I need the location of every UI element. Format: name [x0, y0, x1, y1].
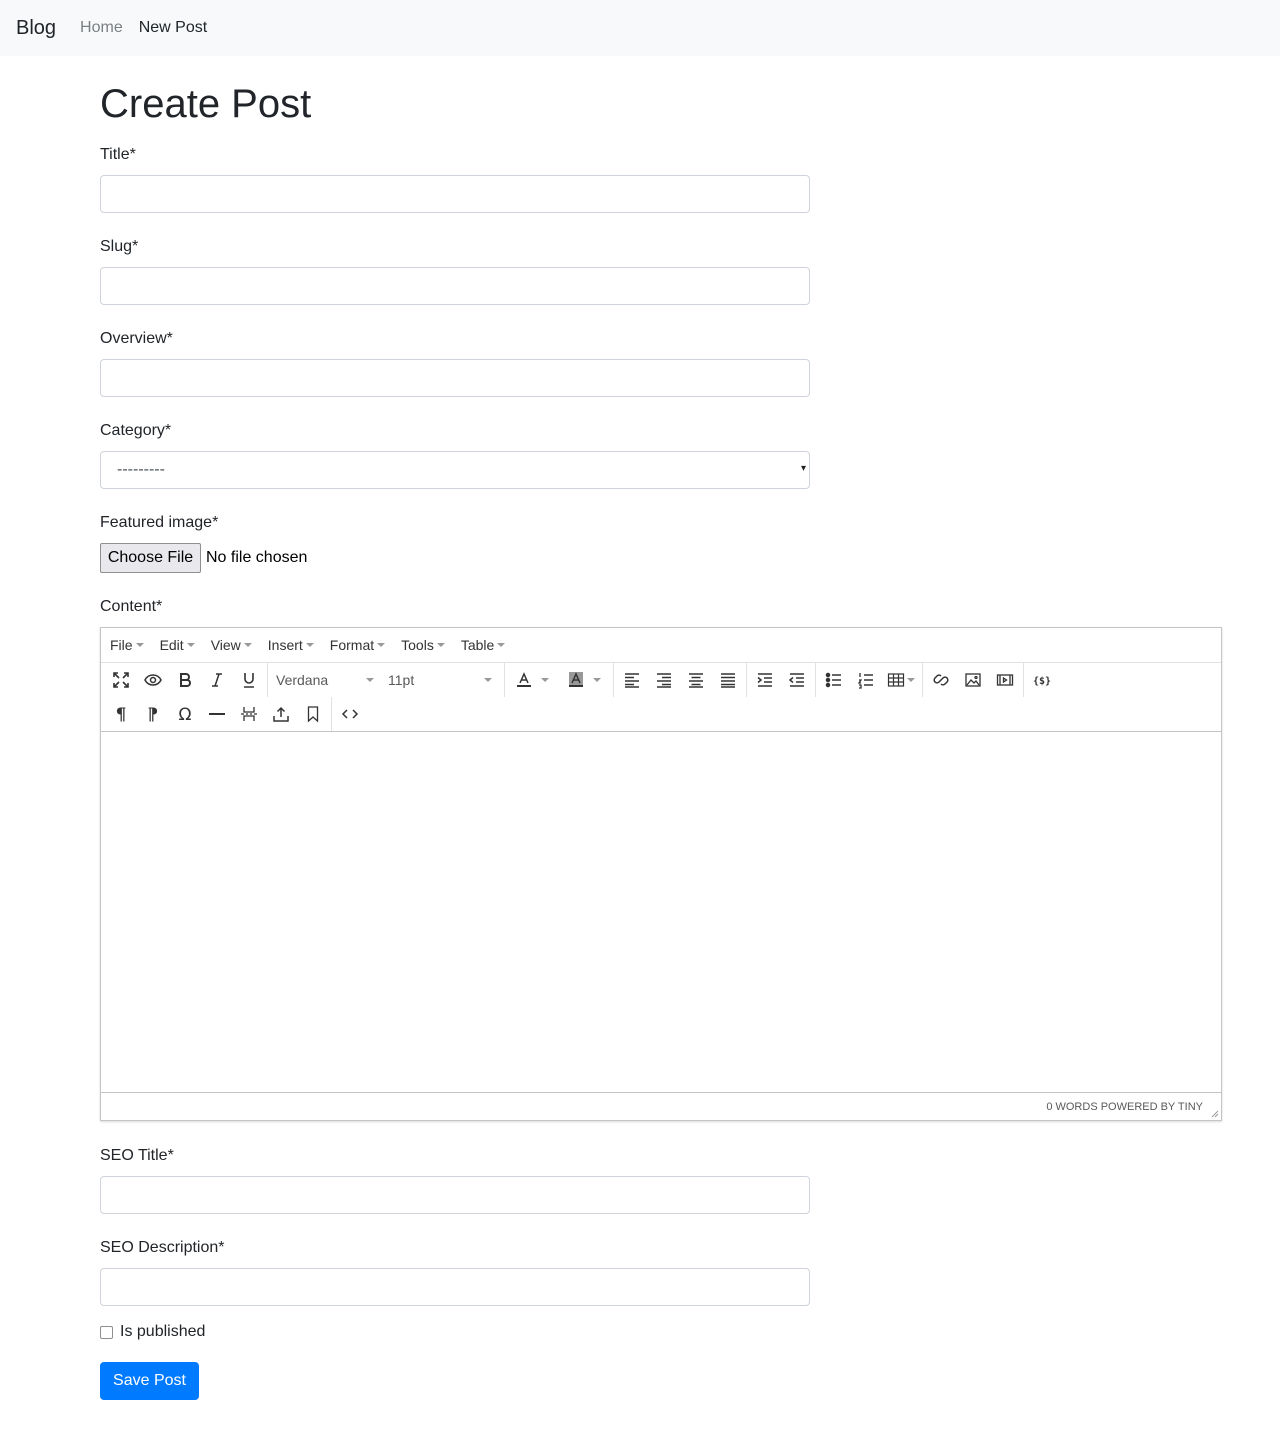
menu-file[interactable]: File	[110, 637, 144, 653]
svg-text:¶: ¶	[116, 705, 127, 723]
nav-link-home[interactable]: Home	[80, 19, 123, 37]
align-right-icon[interactable]	[648, 666, 680, 694]
rich-text-editor: File Edit View Insert Format Tools Table	[100, 627, 1222, 1121]
editor-toolbar-row-1: Verdana 11pt {$}	[101, 663, 1221, 697]
file-status-text: No file chosen	[206, 549, 308, 566]
editor-content-area[interactable]	[101, 732, 1221, 1093]
chevron-down-icon	[541, 678, 549, 682]
page-title: Create Post	[100, 82, 312, 126]
seo-title-input[interactable]	[100, 1176, 810, 1214]
menu-format[interactable]: Format	[330, 637, 386, 653]
choose-file-button[interactable]: Choose File	[100, 543, 201, 573]
featured-image-file-input: Choose File No file chosen	[100, 543, 307, 573]
numbered-list-icon[interactable]	[850, 666, 882, 694]
menu-tools[interactable]: Tools	[401, 637, 445, 653]
font-size-select[interactable]: 11pt	[382, 666, 502, 694]
source-code-icon[interactable]	[334, 700, 366, 728]
background-color-button[interactable]	[559, 666, 611, 694]
horizontal-rule-icon[interactable]	[201, 700, 233, 728]
text-color-button[interactable]	[507, 666, 559, 694]
seo-description-input[interactable]	[100, 1268, 810, 1306]
main-content: Create Post Title* Slug* Overview* Categ…	[100, 56, 1222, 1448]
template-code-icon[interactable]: {$}	[1026, 666, 1058, 694]
seo-title-label: SEO Title*	[100, 1147, 174, 1164]
resize-handle-icon[interactable]	[1209, 1108, 1219, 1118]
outdent-icon[interactable]	[781, 666, 813, 694]
editor-toolbar-row-2: ¶ ¶ Ω	[101, 697, 1221, 732]
word-count-status: 0 WORDS POWERED BY TINY	[1046, 1100, 1203, 1113]
editor-menubar: File Edit View Insert Format Tools Table	[101, 628, 1221, 663]
chevron-down-icon: ▾	[800, 463, 806, 474]
menu-table[interactable]: Table	[461, 637, 506, 653]
svg-text:¶: ¶	[148, 705, 159, 723]
image-icon[interactable]	[957, 666, 989, 694]
special-character-omega-icon[interactable]: Ω	[169, 700, 201, 728]
italic-icon[interactable]	[201, 666, 233, 694]
menu-view[interactable]: View	[211, 637, 252, 653]
background-color-icon	[569, 672, 583, 687]
title-label: Title*	[100, 146, 136, 163]
ltr-paragraph-icon[interactable]: ¶	[105, 700, 137, 728]
align-center-icon[interactable]	[680, 666, 712, 694]
slug-label: Slug*	[100, 238, 139, 255]
indent-icon[interactable]	[749, 666, 781, 694]
chevron-down-icon	[907, 678, 915, 682]
underline-icon[interactable]	[233, 666, 265, 694]
is-published-label[interactable]: Is published	[120, 1323, 205, 1341]
rtl-paragraph-icon[interactable]: ¶	[137, 700, 169, 728]
category-selected-value: ---------	[117, 461, 165, 478]
chevron-down-icon	[593, 678, 601, 682]
is-published-row: Is published	[100, 1323, 205, 1341]
editor-statusbar: 0 WORDS POWERED BY TINY	[101, 1093, 1221, 1120]
seo-description-label: SEO Description*	[100, 1239, 225, 1256]
bold-icon[interactable]	[169, 666, 201, 694]
featured-image-label: Featured image*	[100, 514, 219, 531]
navbar: Blog Home New Post	[0, 0, 1280, 56]
category-select[interactable]: --------- ▾	[100, 451, 810, 489]
table-icon[interactable]	[882, 666, 920, 694]
page-break-icon[interactable]	[233, 700, 265, 728]
save-post-button[interactable]: Save Post	[100, 1362, 199, 1400]
font-family-select[interactable]: Verdana	[270, 666, 382, 694]
text-color-icon	[517, 672, 531, 687]
content-label: Content*	[100, 598, 163, 615]
overview-input[interactable]	[100, 359, 810, 397]
slug-input[interactable]	[100, 267, 810, 305]
link-icon[interactable]	[925, 666, 957, 694]
title-input[interactable]	[100, 175, 810, 213]
align-justify-icon[interactable]	[712, 666, 744, 694]
category-label: Category*	[100, 422, 172, 439]
media-icon[interactable]	[989, 666, 1021, 694]
overview-label: Overview*	[100, 330, 173, 347]
svg-text:Ω: Ω	[179, 705, 192, 723]
is-published-checkbox[interactable]	[100, 1325, 113, 1339]
svg-text:{$}: {$}	[1033, 676, 1051, 687]
bullet-list-icon[interactable]	[818, 666, 850, 694]
preview-eye-icon[interactable]	[137, 666, 169, 694]
chevron-down-icon	[484, 678, 492, 682]
menu-insert[interactable]: Insert	[268, 637, 314, 653]
fullscreen-icon[interactable]	[105, 666, 137, 694]
nav-link-new-post[interactable]: New Post	[139, 19, 207, 37]
insert-upload-icon[interactable]	[265, 700, 297, 728]
menu-edit[interactable]: Edit	[160, 637, 195, 653]
navbar-brand[interactable]: Blog	[16, 17, 56, 40]
align-left-icon[interactable]	[616, 666, 648, 694]
bookmark-anchor-icon[interactable]	[297, 700, 329, 728]
chevron-down-icon	[366, 678, 374, 682]
